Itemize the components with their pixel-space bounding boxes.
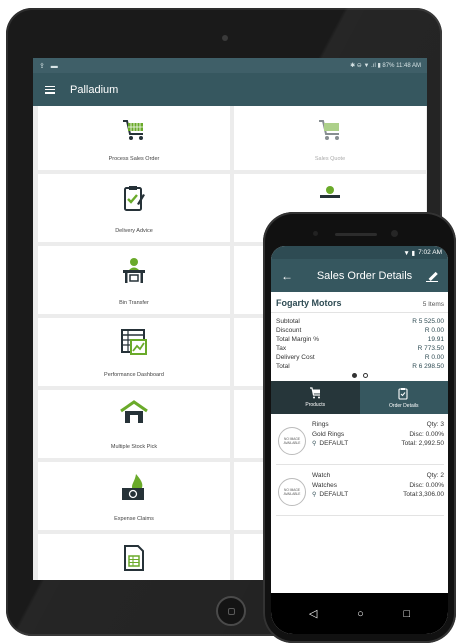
- tab-order-details[interactable]: Order Details: [359, 381, 448, 414]
- tablet-app-bar: Palladium: [33, 73, 427, 106]
- clipboard-icon: [398, 387, 408, 400]
- cart-icon: [123, 120, 143, 140]
- tab-products[interactable]: Products: [271, 381, 360, 414]
- item-total: Total: 2,992.50: [401, 440, 444, 447]
- tab-label: Products: [305, 402, 326, 408]
- tile-multiple-stock-pick[interactable]: Multiple Stock Pick: [38, 390, 230, 458]
- page-indicator: [271, 371, 448, 381]
- tile-process-sales-order[interactable]: Process Sales Order: [38, 106, 230, 170]
- tile-label: Process Sales Order: [108, 156, 160, 162]
- tab-label: Order Details: [389, 402, 419, 409]
- tile-label: Expense Claims: [114, 516, 154, 522]
- page-title: Sales Order Details: [316, 269, 413, 282]
- summary-row-subtotal: Subtotal R 5 525.00: [276, 318, 444, 325]
- tablet-status-bar: ⇪ ▬ ✱ ⊖ ▼ .ıl ▮ 87% 11:48 AM: [33, 58, 427, 73]
- item-qty: Qty: 3: [426, 421, 444, 428]
- tablet-camera: [222, 35, 228, 41]
- item-total: Total:3,306.00: [403, 491, 444, 498]
- item-qty: Qty: 2: [426, 472, 444, 479]
- location-pin-icon: ⚲: [312, 492, 317, 498]
- tile-label: Sales Quote: [314, 156, 346, 162]
- tile-label: Multiple Stock Pick: [110, 444, 158, 450]
- item-discount: Disc: 0.00%: [409, 481, 444, 489]
- customer-name: Fogarty Motors: [276, 298, 342, 308]
- no-image-placeholder: NO IMAGE AVAILABLE: [278, 478, 306, 506]
- summary-row-discount: Discount R 0.00: [276, 327, 444, 334]
- item-name: Rings: [312, 421, 329, 428]
- customer-header: Fogarty Motors 5 Items: [271, 292, 448, 313]
- item-discount: Disc: 0.00%: [409, 430, 444, 438]
- list-item[interactable]: NO IMAGE AVAILABLE Watch Qty: 2 Watches Di…: [276, 465, 444, 516]
- tablet-home-button[interactable]: [216, 596, 246, 626]
- edit-icon[interactable]: [426, 270, 438, 282]
- item-category: Watches: [312, 481, 338, 489]
- tile-label: Performance Dashboard: [104, 372, 164, 378]
- warehouse-icon: [120, 400, 148, 423]
- phone-camera: [391, 230, 398, 237]
- page-dot[interactable]: [362, 373, 368, 378]
- nav-back-icon[interactable]: ◁: [309, 607, 317, 620]
- tile-bin-transfer[interactable]: Bin Transfer: [38, 246, 230, 314]
- item-details: Watch Qty: 2 Watches Disc: 0.00% ⚲ DEFAULT T…: [312, 471, 444, 501]
- item-category: Gold Rings: [312, 430, 345, 438]
- tile-label: Delivery Advice: [115, 228, 153, 234]
- dashboard-icon: [121, 329, 147, 355]
- page-dot-active[interactable]: [351, 373, 357, 378]
- status-right-icons: ✱ ⊖ ▼ .ıl ▮ 87% 11:48 AM: [350, 63, 421, 69]
- back-arrow-icon[interactable]: ←: [281, 269, 303, 283]
- item-name: Watch: [312, 472, 331, 479]
- tab-bar: Products Order Details: [271, 381, 448, 414]
- android-nav-bar: ◁ ○ □: [271, 593, 448, 634]
- person-desk-icon: [123, 258, 145, 283]
- list-item[interactable]: NO IMAGE AVAILABLE Rings Qty: 3 Gold Ring…: [276, 414, 444, 465]
- location-pin-icon: ⚲: [312, 441, 317, 447]
- phone-device: ▼ ▮ 7:02 AM ← Sales Order Details Fogart…: [263, 212, 456, 643]
- money-fire-icon: [122, 474, 144, 500]
- tile-expense-claims[interactable]: Expense Claims: [38, 462, 230, 530]
- item-warehouse: DEFAULT: [319, 440, 349, 447]
- app-title: Palladium: [70, 83, 119, 96]
- nav-recents-icon[interactable]: □: [403, 608, 410, 620]
- phone-app-bar: ← Sales Order Details: [271, 259, 448, 292]
- phone-status-bar: ▼ ▮ 7:02 AM: [271, 246, 448, 259]
- hamburger-menu-icon[interactable]: [45, 85, 55, 94]
- no-image-placeholder: NO IMAGE AVAILABLE: [278, 427, 306, 455]
- phone-screen: ▼ ▮ 7:02 AM ← Sales Order Details Fogart…: [271, 246, 448, 634]
- tile-report[interactable]: [38, 534, 230, 580]
- status-left-icons: ⇪ ▬: [39, 62, 60, 70]
- clipboard-icon: [124, 186, 145, 211]
- report-icon: [124, 545, 144, 571]
- cart-icon: [319, 120, 339, 140]
- phone-sensor: [313, 231, 318, 236]
- tile-label: Bin Transfer: [119, 300, 149, 306]
- product-list: NO IMAGE AVAILABLE Rings Qty: 3 Gold Ring…: [271, 414, 448, 516]
- summary-row-margin: Total Margin % 19.91: [276, 336, 444, 343]
- tile-performance-dashboard[interactable]: Performance Dashboard: [38, 318, 230, 386]
- status-icons: ▼ ▮: [403, 249, 416, 257]
- tile-delivery-advice[interactable]: Delivery Advice: [38, 174, 230, 242]
- summary-row-total: Total R 6 298.50: [276, 363, 444, 370]
- order-summary: Subtotal R 5 525.00 Discount R 0.00 Total …: [271, 313, 448, 371]
- item-details: Rings Qty: 3 Gold Rings Disc: 0.00% ⚲ DEFAU…: [312, 420, 444, 450]
- phone-speaker: [335, 233, 377, 236]
- status-time: 7:02 AM: [418, 249, 442, 256]
- nav-home-icon[interactable]: ○: [357, 608, 364, 620]
- summary-row-delivery: Delivery Cost R 0.00: [276, 354, 444, 361]
- item-warehouse: DEFAULT: [319, 491, 349, 498]
- tile-sales-quote[interactable]: Sales Quote: [234, 106, 426, 170]
- cart-icon: [309, 387, 320, 399]
- summary-row-tax: Tax R 773.50: [276, 345, 444, 352]
- item-count: 5 Items: [422, 301, 444, 308]
- person-desk-icon: [320, 186, 340, 198]
